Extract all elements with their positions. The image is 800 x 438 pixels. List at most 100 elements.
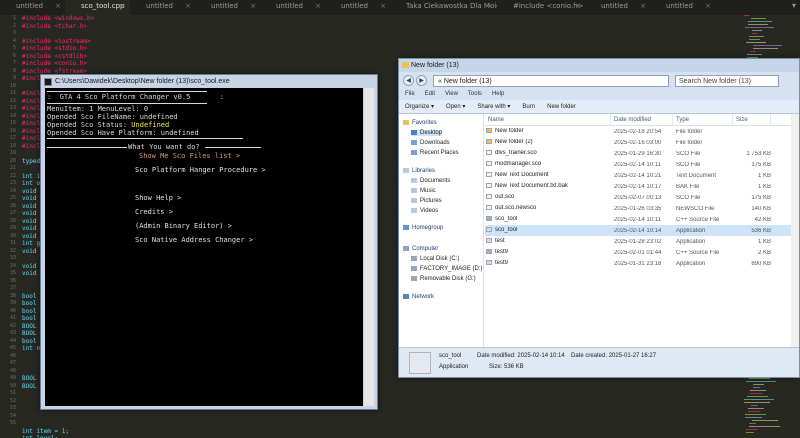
nav-item-recent-places[interactable]: Recent Places <box>411 150 459 156</box>
computer-header-icon <box>403 246 409 251</box>
tab-label: untitled <box>276 2 304 10</box>
nav-item-desktop[interactable]: Desktop <box>411 130 443 137</box>
file-row[interactable]: New folder 2025-02-18 20:54 File folder <box>485 126 799 137</box>
console-scrollbar[interactable] <box>364 88 374 406</box>
file-list-scrollbar[interactable] <box>791 114 799 347</box>
column-header-name[interactable]: Name <box>485 114 611 125</box>
editor-tab[interactable]: untitled × <box>650 0 715 15</box>
close-icon[interactable]: × <box>250 2 256 10</box>
close-icon[interactable]: × <box>705 2 711 10</box>
file-row[interactable]: modmanager.sco 2025-02-14 10:11 SCO File 17… <box>485 159 799 170</box>
close-icon[interactable]: × <box>55 2 61 10</box>
details-modified: Date modified: 2025-02-14 10:14 <box>477 353 565 359</box>
file-row[interactable]: out.sco 2025-02-07 00:13 SCO File 175 KB <box>485 192 799 203</box>
menu-help[interactable]: Help <box>492 89 504 100</box>
file-name-cell: New Text Document <box>485 172 611 179</box>
nav-item-pictures[interactable]: Pictures <box>411 198 442 204</box>
close-icon[interactable]: × <box>315 2 321 10</box>
file-row[interactable]: sco_tool 2025-02-14 10:11 C++ Source File 4… <box>485 214 799 225</box>
nav-item-drive[interactable]: FACTORY_IMAGE (D:) <box>411 266 482 272</box>
editor-tab[interactable]: untitled × <box>260 0 325 15</box>
address-bar[interactable]: « New folder (13) <box>433 74 669 87</box>
file-row[interactable]: test9 2025-01-31 23:18 Application 890 KB <box>485 258 799 269</box>
editor-tab[interactable]: untitled × <box>325 0 390 15</box>
nav-item-videos[interactable]: Videos <box>411 208 438 214</box>
open-button[interactable]: Open ▾ <box>446 103 465 110</box>
close-icon[interactable]: × <box>380 2 386 10</box>
tab-label: untitled <box>211 2 239 10</box>
file-name: out.sco.newsco <box>495 205 537 212</box>
nav-item-drive[interactable]: Local Disk (C:) <box>411 256 459 262</box>
organize-button[interactable]: Organize ▾ <box>405 103 434 110</box>
forward-arrow-icon[interactable]: ▶ <box>416 75 427 86</box>
line-number: 6 <box>12 52 16 59</box>
search-input[interactable]: Search New folder (13) <box>675 74 779 87</box>
line-number: 14 <box>9 112 16 119</box>
line-number: 33 <box>9 255 16 261</box>
console-menu-item[interactable]: Credits > <box>135 208 173 216</box>
menu-file[interactable]: File <box>405 89 415 100</box>
column-header-date-modified[interactable]: Date modified <box>611 114 673 125</box>
menu-tools[interactable]: Tools <box>468 89 482 100</box>
file-row[interactable]: dlvs_trainer.sco 2025-01-29 16:30 SCO File… <box>485 148 799 159</box>
console-output[interactable]: : GTA 4 Sco Platform Changer v0.5 : Menu… <box>45 88 363 406</box>
file-size: 1 KB <box>757 172 771 179</box>
editor-tab[interactable]: sco_tool.cpp × <box>65 0 130 15</box>
close-icon[interactable]: × <box>640 2 646 10</box>
nav-item-documents[interactable]: Documents <box>411 178 450 184</box>
editor-tab[interactable]: untitled × <box>585 0 650 15</box>
editor-tab[interactable]: Taka Ciekawostka Dla Moich Fanów× <box>390 0 497 15</box>
file-row[interactable]: test9 2025-02-01 01:44 C++ Source File 2 KB <box>485 247 799 258</box>
explorer-window[interactable]: New folder (13) ◀ ▶ « New folder (13) Se… <box>398 58 800 378</box>
nav-item-homegroup[interactable]: Homegroup <box>403 225 443 231</box>
menu-edit[interactable]: Edit <box>425 89 435 100</box>
file-row[interactable]: sco_tool 2025-02-14 10:14 Application 536 K… <box>485 225 799 236</box>
line-number: 51 <box>9 390 16 396</box>
editor-tab[interactable]: untitled × <box>195 0 260 15</box>
close-icon[interactable]: × <box>575 2 581 10</box>
minimap-mark <box>748 408 764 409</box>
column-header-size[interactable]: Size <box>733 114 771 125</box>
burn-button[interactable]: Burn <box>522 104 535 110</box>
file-row[interactable]: New folder (2) 2025-02-16 03:00 File folde… <box>485 137 799 148</box>
computer-header[interactable]: Computer <box>403 246 438 252</box>
tab-list-dropdown-icon[interactable]: ▾ <box>792 1 796 10</box>
close-icon[interactable]: × <box>185 2 191 10</box>
menu-view[interactable]: View <box>445 89 458 100</box>
line-number: 54 <box>9 412 16 419</box>
console-title-bar[interactable]: C:\Users\Dawidek\Desktop\New folder (13)… <box>41 75 377 88</box>
file-name-cell: out.sco.newsco <box>485 205 611 212</box>
share-with-button[interactable]: Share with ▾ <box>477 103 510 110</box>
column-header-type[interactable]: Type <box>673 114 733 125</box>
console-menu-item[interactable]: Sco Platform Hanger Procedure > <box>135 166 266 174</box>
file-row[interactable]: New Text Document.txt.bak 2025-02-14 10:1… <box>485 181 799 192</box>
close-icon[interactable]: × <box>487 2 493 10</box>
console-menu-item[interactable]: Show Help > <box>135 194 181 202</box>
console-menu-item[interactable]: Sco Native Address Changer > <box>135 236 253 244</box>
nav-item-drive[interactable]: Removable Disk (G:) <box>411 276 476 282</box>
nav-label: FACTORY_IMAGE (D:) <box>420 266 483 273</box>
editor-tab[interactable]: untitled × <box>130 0 195 15</box>
console-menu-item[interactable]: Show Me Sco Files list > <box>139 152 240 160</box>
nav-item-network[interactable]: Network <box>403 294 434 300</box>
favorites-header[interactable]: Favorites <box>403 120 437 126</box>
line-number: 49 <box>9 375 16 381</box>
file-row[interactable]: New Text Document 2025-02-14 10:21 Text Do… <box>485 170 799 181</box>
nav-item-music[interactable]: Music <box>411 188 436 194</box>
nav-icon <box>411 150 417 155</box>
nav-item-downloads[interactable]: Downloads <box>411 140 450 146</box>
back-arrow-icon[interactable]: ◀ <box>403 75 414 86</box>
new-folder-button[interactable]: New folder <box>547 104 576 110</box>
minimap-mark <box>747 54 762 55</box>
editor-tab[interactable]: untitled × <box>0 0 65 15</box>
console-menu-item[interactable]: (Admin Binary Editor) > <box>135 222 232 230</box>
explorer-title-bar[interactable]: New folder (13) <box>399 59 799 72</box>
line-number: 4 <box>12 37 16 44</box>
editor-tab[interactable]: #include <conio.h> × <box>497 0 585 15</box>
file-row[interactable]: out.sco.newsco 2025-01-26 03:35 NEWSCO Fil… <box>485 203 799 214</box>
close-icon[interactable]: × <box>120 2 126 10</box>
file-row[interactable]: test 2025-01-28 23:02 Application 1 KB <box>485 236 799 247</box>
console-window[interactable]: C:\Users\Dawidek\Desktop\New folder (13)… <box>40 74 378 410</box>
libraries-header[interactable]: Libraries <box>403 168 435 174</box>
line-number: 9 <box>12 75 16 81</box>
